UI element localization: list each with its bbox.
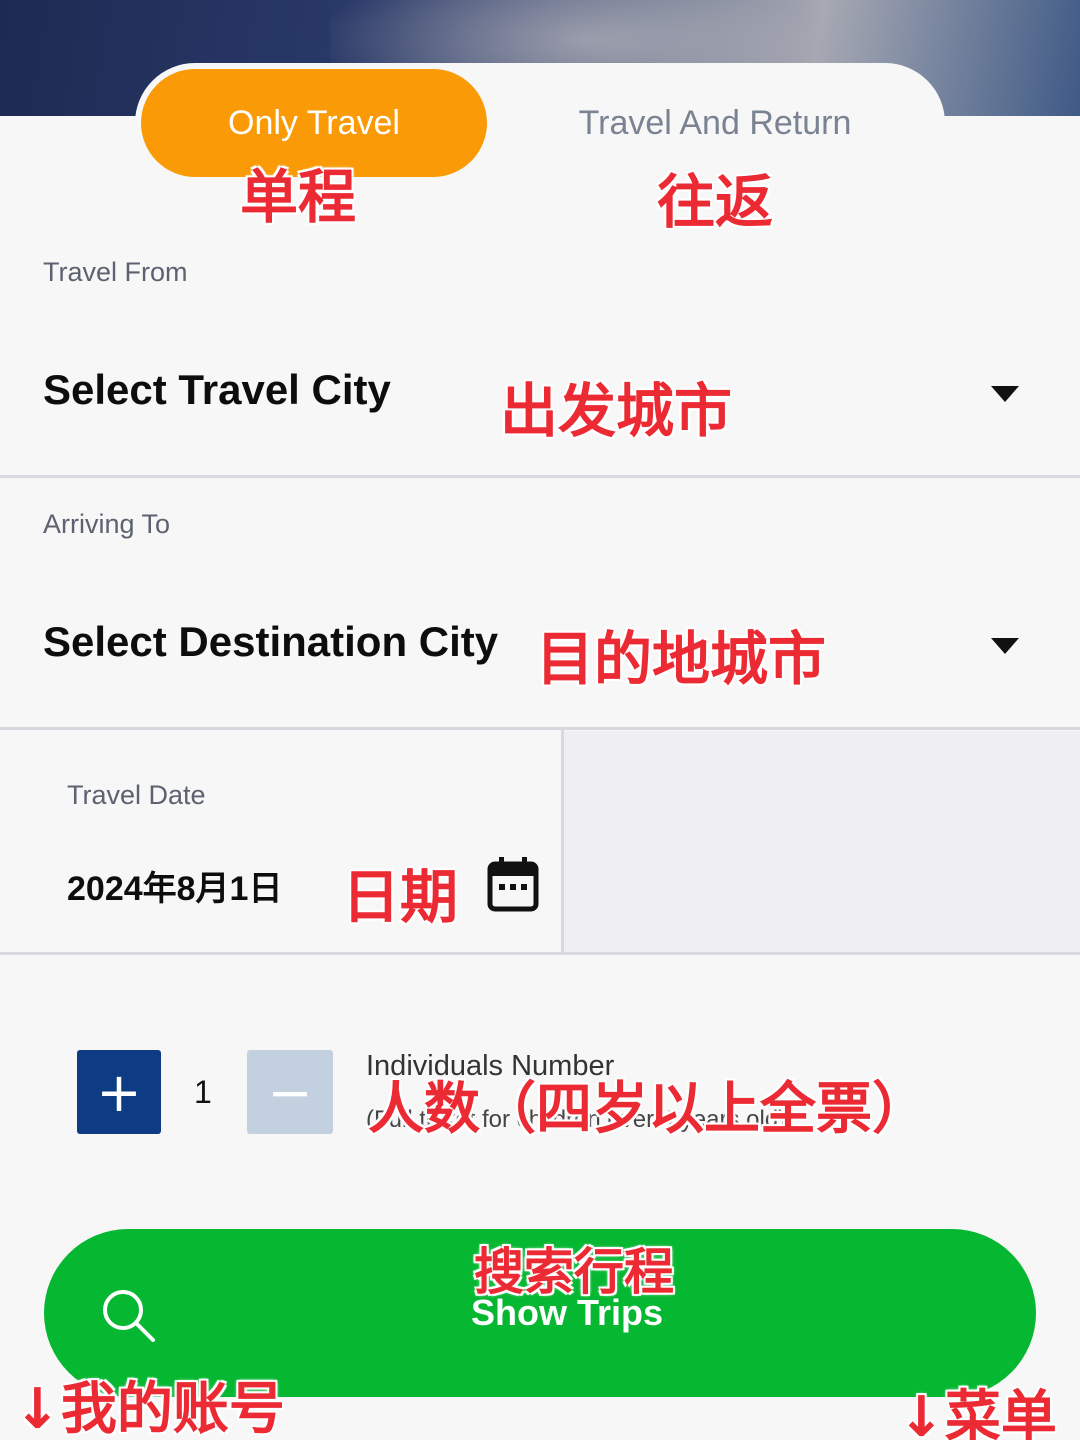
annotation-passengers: 人数（四岁以上全票）: [368, 1077, 928, 1142]
annotation-menu: ↓菜单: [898, 1385, 1057, 1440]
divider: [0, 952, 1080, 955]
annotation-date: 日期: [342, 863, 459, 931]
caret-down-icon: [991, 638, 1019, 654]
tab-travel-and-return-label: Travel And Return: [578, 103, 852, 142]
annotation-to-city: 目的地城市: [536, 625, 827, 693]
travel-from-label: Travel From: [43, 257, 188, 287]
calendar-icon[interactable]: [487, 856, 539, 912]
annotation-my-account: ↓我的账号: [14, 1377, 285, 1440]
annotation-search: 搜索行程: [474, 1243, 674, 1301]
increase-passengers-button[interactable]: +: [77, 1050, 161, 1134]
travel-from-value: Select Travel City: [43, 366, 391, 413]
travel-date-value: 2024年8月1日: [67, 870, 283, 908]
decrease-passengers-button[interactable]: −: [247, 1050, 333, 1134]
travel-date-label: Travel Date: [67, 780, 206, 810]
passenger-count: 1: [194, 1074, 212, 1110]
date-right-panel: [564, 731, 1080, 952]
caret-down-icon: [991, 386, 1019, 402]
annotation-from-city: 出发城市: [500, 377, 733, 445]
travel-date-field[interactable]: Travel Date 2024年8月1日: [0, 730, 561, 952]
tab-only-travel-label: Only Travel: [228, 103, 400, 142]
divider: [561, 729, 564, 954]
arriving-to-value: Select Destination City: [43, 618, 499, 665]
arriving-to-label: Arriving To: [43, 509, 171, 539]
